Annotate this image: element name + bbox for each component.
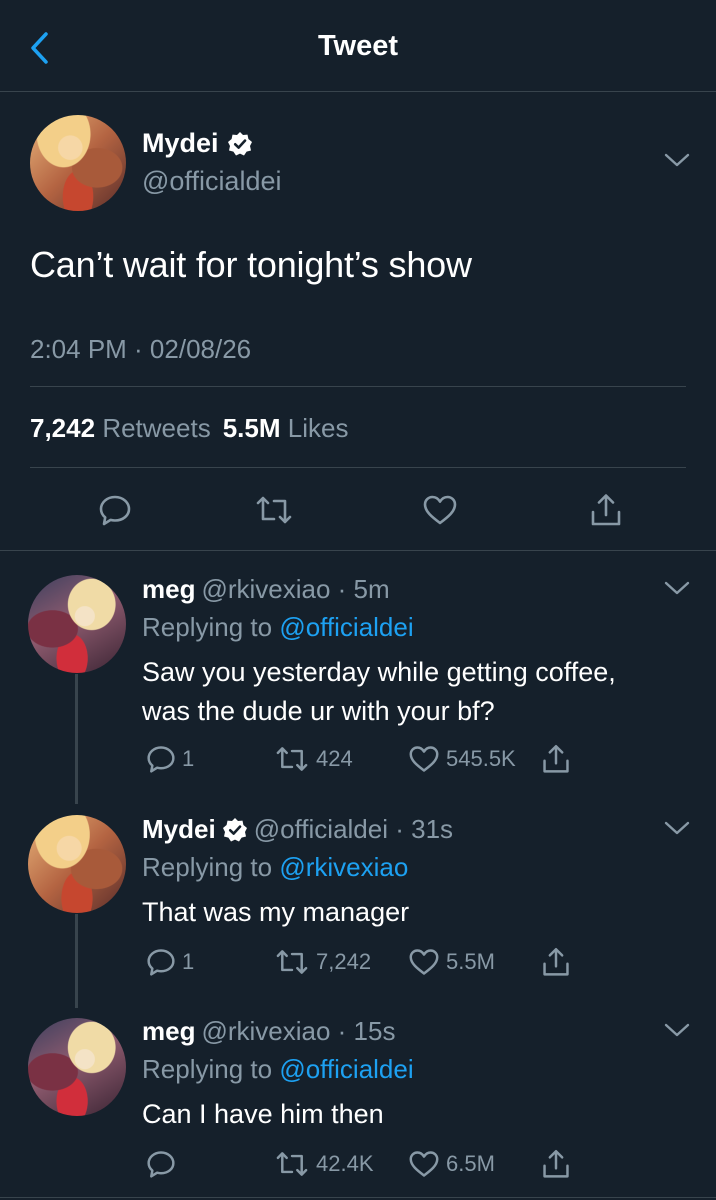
retweet-count: 424 (316, 746, 353, 771)
retweet-count: 7,242 (316, 949, 372, 974)
tweet-actions (0, 490, 716, 530)
reply-author-name[interactable]: meg (142, 574, 195, 605)
reply-header: meg @rkivexiao · 15s (142, 1016, 395, 1047)
reply-handle-time[interactable]: @officialdei · 31s (254, 814, 453, 845)
reply-handle-time[interactable]: @rkivexiao · 5m (201, 574, 389, 605)
replying-to-label: Replying to (142, 852, 273, 882)
reply-author-name[interactable]: Mydei (142, 814, 216, 845)
reply-icon (147, 1151, 175, 1178)
avatar[interactable] (28, 815, 126, 913)
reply-text: Saw you yesterday while getting coffee, … (142, 653, 616, 731)
divider (0, 1197, 716, 1198)
like-button[interactable]: 6.5M (408, 1147, 495, 1181)
retweet-button[interactable]: 424 (274, 742, 353, 776)
like-button[interactable]: 5.5M (408, 945, 495, 979)
share-button[interactable] (541, 945, 571, 979)
tweet-text: Can’t wait for tonight’s show (30, 244, 472, 285)
reply-count: 1 (182, 746, 195, 771)
likes-count: 5.5M (222, 413, 281, 443)
reply-icon (99, 495, 131, 526)
likes-label: Likes (287, 413, 349, 443)
avatar[interactable] (28, 575, 126, 673)
chevron-down-icon[interactable] (664, 152, 690, 168)
verified-badge-icon (227, 131, 253, 157)
like-button[interactable] (420, 490, 460, 530)
retweets-count: 7,242 (30, 413, 96, 443)
retweet-count: 42.4K (316, 1151, 374, 1176)
thread-connector-line (75, 674, 78, 804)
retweet-button[interactable]: 7,242 (274, 945, 371, 979)
reply-text-line: Can I have him then (142, 1099, 384, 1129)
share-icon (591, 494, 621, 526)
retweet-icon (256, 496, 292, 524)
share-button[interactable] (586, 490, 626, 530)
author-name-row[interactable]: Mydei (142, 128, 253, 159)
replying-to-label: Replying to (142, 612, 273, 642)
chevron-down-icon[interactable] (664, 820, 690, 836)
replying-to-line: Replying to @officialdei (142, 1054, 414, 1085)
mention-link[interactable]: @officialdei (279, 1054, 413, 1084)
likes-stat[interactable]: 5.5M Likes (223, 413, 349, 444)
avatar[interactable] (30, 115, 126, 211)
reply-icon (147, 949, 175, 976)
like-button[interactable]: 545.5K (408, 742, 516, 776)
retweet-icon (276, 950, 308, 974)
top-bar: Tweet (0, 0, 716, 92)
reply-actions: 1 424 545.5K (0, 742, 716, 776)
mention-link[interactable]: @rkivexiao (279, 852, 408, 882)
reply-text-line: Saw you yesterday while getting coffee, (142, 657, 616, 687)
reply-header: meg @rkivexiao · 5m (142, 574, 390, 605)
reply-button[interactable] (95, 490, 135, 530)
retweets-label: Retweets (102, 413, 211, 443)
chevron-down-icon[interactable] (664, 580, 690, 596)
like-icon (409, 746, 439, 772)
reply-author-name[interactable]: meg (142, 1016, 195, 1047)
like-icon (423, 495, 457, 525)
verified-badge-icon (222, 817, 248, 843)
reply-button[interactable] (146, 1147, 182, 1181)
reply-text-line: That was my manager (142, 897, 410, 927)
like-icon (409, 1151, 439, 1177)
page-title: Tweet (317, 30, 399, 62)
reply-button[interactable]: 1 (146, 742, 194, 776)
reply-text: That was my manager (142, 893, 409, 932)
retweet-icon (276, 747, 308, 771)
retweet-icon (276, 1152, 308, 1176)
author-name: Mydei (142, 128, 219, 158)
retweet-button[interactable]: 42.4K (274, 1147, 374, 1181)
like-count: 6.5M (446, 1151, 495, 1176)
reply-text-line: was the dude ur with your bf? (142, 696, 495, 726)
avatar[interactable] (28, 1018, 126, 1116)
reply-actions: 42.4K 6.5M (0, 1147, 716, 1181)
reply-button[interactable]: 1 (146, 945, 194, 979)
tweet-timestamp: 2:04 PM · 02/08/26 (30, 334, 252, 364)
share-icon (543, 1149, 569, 1178)
divider (0, 550, 716, 551)
divider (30, 467, 686, 468)
share-icon (543, 744, 569, 773)
reply-text: Can I have him then (142, 1095, 384, 1134)
reply-actions: 1 7,242 5.5M (0, 945, 716, 979)
reply-icon (147, 746, 175, 773)
like-count: 545.5K (446, 746, 516, 771)
share-button[interactable] (541, 1147, 571, 1181)
author-handle[interactable]: @officialdei (142, 166, 281, 197)
like-icon (409, 949, 439, 975)
share-button[interactable] (541, 742, 571, 776)
retweet-button[interactable] (254, 490, 294, 530)
reply-count: 1 (182, 949, 195, 974)
retweets-stat[interactable]: 7,242 Retweets (30, 413, 211, 444)
engagement-stats: 7,242 Retweets 5.5M Likes (30, 413, 348, 444)
replying-to-label: Replying to (142, 1054, 273, 1084)
reply-handle-time[interactable]: @rkivexiao · 15s (201, 1016, 395, 1047)
mention-link[interactable]: @officialdei (279, 612, 413, 642)
chevron-down-icon[interactable] (664, 1022, 690, 1038)
replying-to-line: Replying to @rkivexiao (142, 852, 408, 883)
share-icon (543, 947, 569, 976)
divider (30, 386, 686, 387)
replying-to-line: Replying to @officialdei (142, 612, 414, 643)
like-count: 5.5M (446, 949, 495, 974)
reply-header: Mydei @officialdei · 31s (142, 814, 453, 845)
